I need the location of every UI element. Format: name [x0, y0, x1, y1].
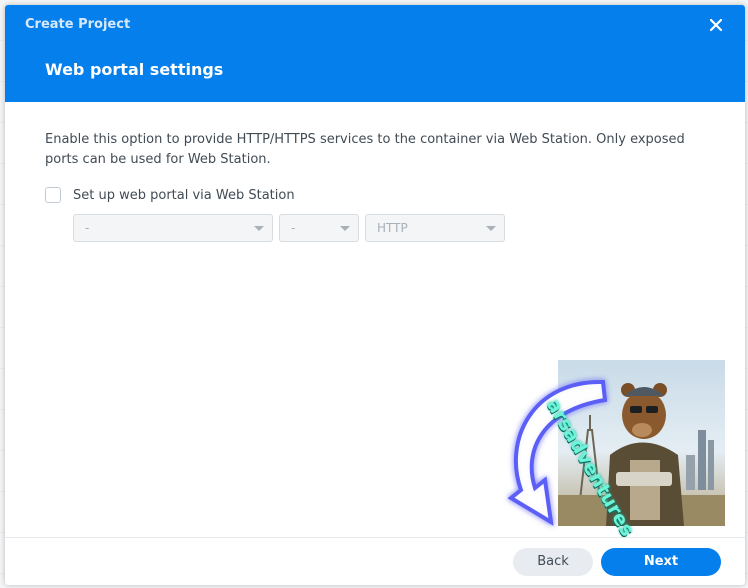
web-portal-checkbox[interactable] [45, 187, 61, 203]
back-button[interactable]: Back [513, 548, 593, 576]
create-project-dialog: Create Project Web portal settings Enabl… [5, 5, 745, 585]
next-button[interactable]: Next [601, 548, 721, 576]
close-button[interactable] [707, 16, 725, 34]
portal-protocol-value: HTTP [377, 221, 408, 235]
portal-host-select[interactable]: - [73, 214, 273, 242]
step-title: Web portal settings [45, 60, 224, 79]
close-icon [709, 18, 723, 32]
portal-protocol-select[interactable]: HTTP [365, 214, 505, 242]
web-portal-checkbox-label[interactable]: Set up web portal via Web Station [73, 188, 295, 203]
window-title: Create Project [25, 17, 131, 32]
chevron-down-icon [340, 226, 350, 231]
portal-host-value: - [85, 221, 90, 235]
portal-port-value: - [291, 221, 296, 235]
web-portal-checkbox-row[interactable]: Set up web portal via Web Station [45, 185, 295, 205]
portal-port-select[interactable]: - [279, 214, 359, 242]
dialog-header: Create Project Web portal settings [5, 5, 745, 102]
dialog-content: Enable this option to provide HTTP/HTTPS… [45, 130, 705, 170]
chevron-down-icon [486, 226, 496, 231]
watermark: arsadventures [493, 360, 725, 540]
footer-divider [5, 537, 745, 538]
description-text: Enable this option to provide HTTP/HTTPS… [45, 132, 685, 167]
chevron-down-icon [254, 226, 264, 231]
